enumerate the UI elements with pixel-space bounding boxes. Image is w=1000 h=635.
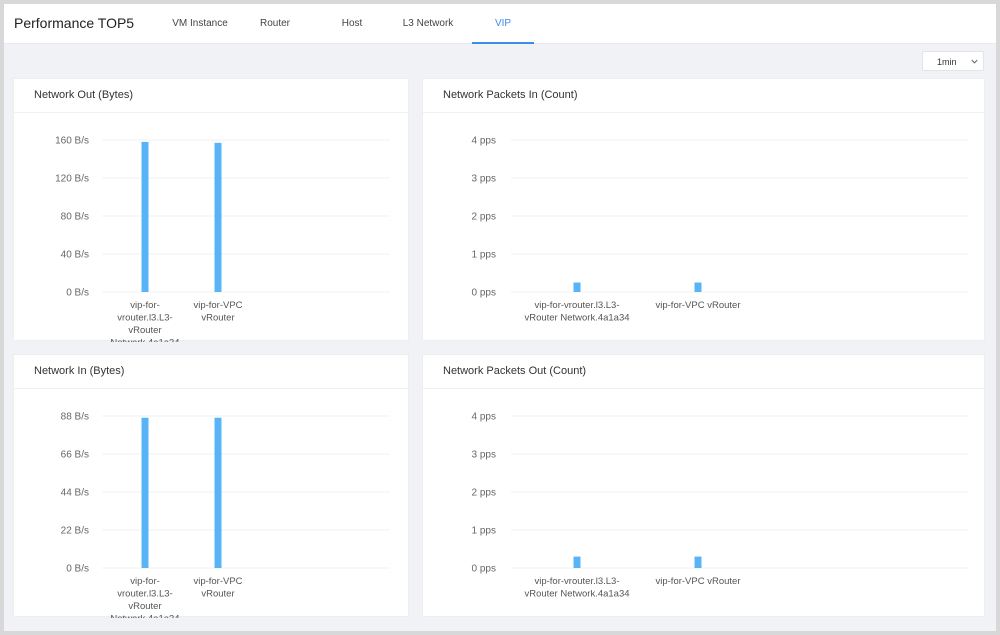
bar bbox=[694, 282, 702, 292]
interval-select[interactable]: 1min bbox=[922, 51, 984, 71]
y-tick-label: 2 pps bbox=[472, 488, 496, 499]
bar bbox=[694, 556, 702, 568]
x-category-label: vip-for-vrouter.l3.L3- bbox=[534, 300, 619, 311]
bar bbox=[573, 556, 581, 568]
y-tick-label: 66 B/s bbox=[61, 450, 89, 461]
y-tick-label: 0 pps bbox=[472, 564, 496, 575]
y-tick-label: 4 pps bbox=[472, 412, 496, 423]
x-category-label: vrouter.l3.L3- bbox=[117, 313, 172, 324]
top-bar: Performance TOP5 VM Instance Router Host… bbox=[4, 4, 996, 44]
network-packets-out-chart: 0 pps 1 pps 2 pps 3 pps 4 pps vip-for-vrouter… bbox=[472, 412, 968, 600]
y-tick-label: 40 B/s bbox=[61, 250, 89, 261]
x-category-label: vip-for-VPC vRouter bbox=[656, 300, 741, 311]
y-tick-label: 1 pps bbox=[472, 250, 496, 261]
network-out-panel: Network Out (Bytes) 0 B/s 40 B/s 80 B/s 120… bbox=[13, 78, 409, 343]
x-category-label: vRouter bbox=[128, 601, 161, 612]
network-out-chart: 0 B/s 40 B/s 80 B/s 120 B/s 160 B/s vip-for-v… bbox=[55, 136, 390, 343]
bar bbox=[573, 282, 581, 292]
x-category-label: vRouter bbox=[128, 325, 161, 336]
page-title: Performance TOP5 bbox=[14, 15, 135, 31]
x-category-label: vRouter bbox=[201, 589, 234, 600]
interval-select-value: 1min bbox=[937, 57, 957, 67]
y-tick-label: 1 pps bbox=[472, 526, 496, 537]
x-category-label: vip-for-vrouter.l3.L3- bbox=[534, 576, 619, 587]
tab-host[interactable]: Host bbox=[324, 4, 380, 44]
y-tick-label: 160 B/s bbox=[55, 136, 89, 147]
x-category-label: vip-for-VPC bbox=[193, 300, 242, 311]
x-category-label: vip-for-VPC vRouter bbox=[656, 576, 741, 587]
bar bbox=[141, 417, 149, 568]
x-category-label: vRouter Network.4a1a34 bbox=[524, 589, 629, 600]
y-tick-label: 22 B/s bbox=[61, 526, 89, 537]
y-tick-label: 88 B/s bbox=[61, 412, 89, 423]
x-category-label: Network.4a1a34 bbox=[110, 338, 179, 343]
bar bbox=[141, 141, 149, 292]
bar bbox=[214, 142, 222, 292]
app-frame: Performance TOP5 VM Instance Router Host… bbox=[0, 0, 1000, 635]
x-category-label: vip-for-VPC bbox=[193, 576, 242, 587]
y-tick-label: 0 pps bbox=[472, 288, 496, 299]
tab-l3-network[interactable]: L3 Network bbox=[392, 4, 464, 44]
network-in-panel: Network In (Bytes) 0 B/s 22 B/s 44 B/s 66 B… bbox=[13, 354, 409, 619]
y-tick-label: 2 pps bbox=[472, 212, 496, 223]
y-tick-label: 3 pps bbox=[472, 450, 496, 461]
y-tick-label: 0 B/s bbox=[66, 564, 89, 575]
network-packets-in-panel: Network Packets In (Count) 0 pps 1 pps 2 p… bbox=[422, 78, 985, 341]
x-category-label: vip-for- bbox=[130, 300, 160, 311]
tab-router[interactable]: Router bbox=[244, 4, 306, 44]
y-tick-label: 44 B/s bbox=[61, 488, 89, 499]
chevron-down-icon bbox=[971, 59, 978, 64]
network-packets-out-panel: Network Packets Out (Count) 0 pps 1 pps 2 … bbox=[422, 354, 985, 617]
y-tick-label: 3 pps bbox=[472, 174, 496, 185]
tab-vm-instance[interactable]: VM Instance bbox=[162, 4, 238, 44]
y-tick-label: 80 B/s bbox=[61, 212, 89, 223]
x-category-label: vRouter bbox=[201, 313, 234, 324]
tab-vip[interactable]: VIP bbox=[472, 4, 534, 44]
bar bbox=[214, 417, 222, 568]
x-category-label: vRouter Network.4a1a34 bbox=[524, 313, 629, 324]
y-tick-label: 120 B/s bbox=[55, 174, 89, 185]
network-in-chart: 0 B/s 22 B/s 44 B/s 66 B/s 88 B/s vip-for-vro… bbox=[61, 412, 390, 619]
x-category-label: Network.4a1a34 bbox=[110, 614, 179, 619]
x-category-label: vrouter.l3.L3- bbox=[117, 589, 172, 600]
network-packets-in-chart: 0 pps 1 pps 2 pps 3 pps 4 pps vip-for-vrouter… bbox=[472, 136, 968, 324]
x-category-label: vip-for- bbox=[130, 576, 160, 587]
y-tick-label: 0 B/s bbox=[66, 288, 89, 299]
y-tick-label: 4 pps bbox=[472, 136, 496, 147]
